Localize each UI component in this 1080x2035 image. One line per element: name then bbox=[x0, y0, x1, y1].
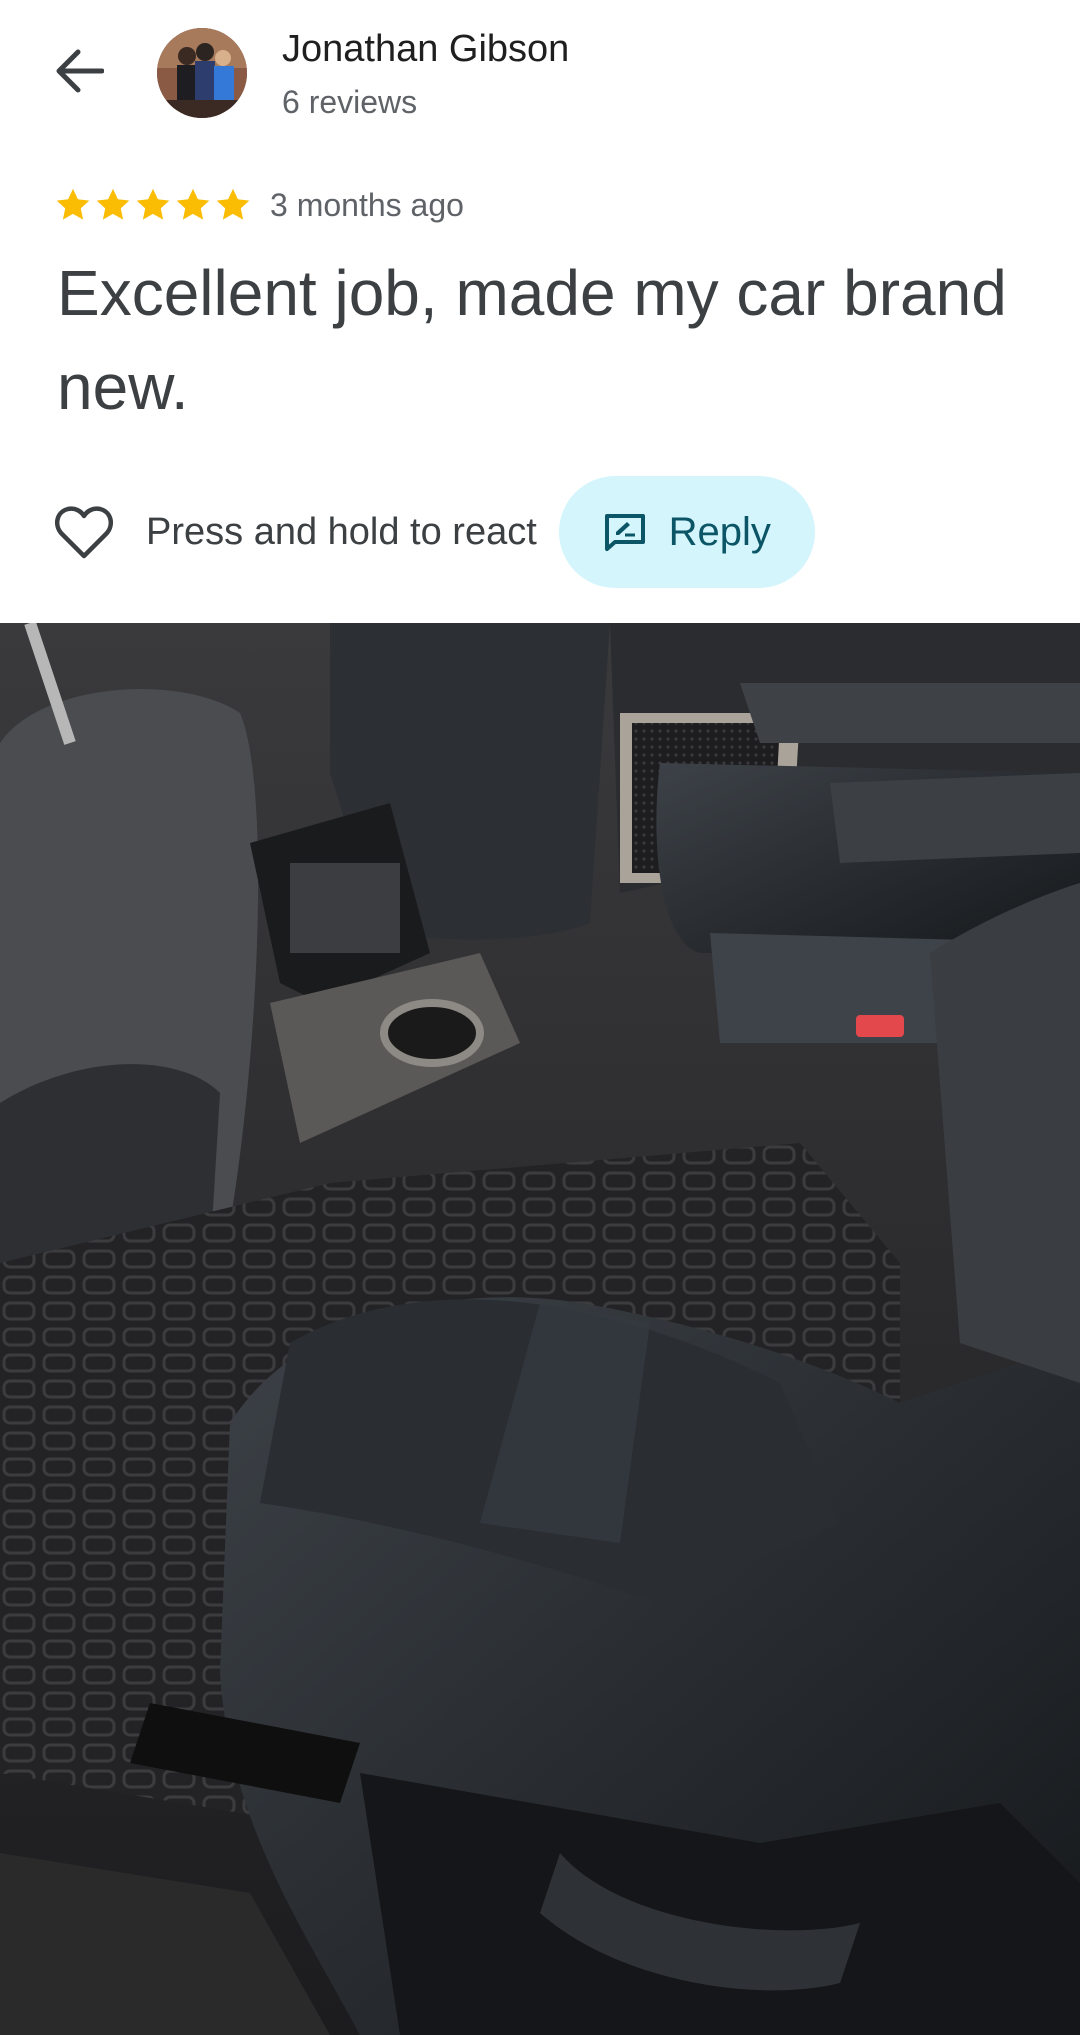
car-interior-photo bbox=[0, 623, 1080, 2035]
reviewer-review-count: 6 reviews bbox=[282, 84, 418, 120]
rating-row: 3 months ago bbox=[54, 182, 464, 228]
reviewer-name[interactable]: Jonathan Gibson bbox=[282, 26, 569, 72]
review-photo[interactable] bbox=[0, 623, 1080, 2035]
avatar-photo bbox=[157, 28, 247, 118]
back-button[interactable] bbox=[44, 36, 114, 106]
star-icon bbox=[96, 188, 130, 220]
review-time: 3 months ago bbox=[270, 186, 464, 223]
react-button[interactable]: Press and hold to react bbox=[54, 492, 537, 572]
star-icon bbox=[216, 188, 250, 220]
reply-button[interactable]: Reply bbox=[558, 476, 815, 588]
review-actions: Press and hold to react Reply bbox=[54, 474, 1054, 590]
review-text: Excellent job, made my car brand new. bbox=[57, 257, 1007, 423]
reply-label: Reply bbox=[668, 509, 771, 554]
reviewer-avatar[interactable] bbox=[157, 28, 247, 118]
react-label: Press and hold to react bbox=[146, 510, 537, 553]
star-icon bbox=[136, 188, 170, 220]
heart-outline-icon bbox=[54, 506, 114, 559]
star-icon bbox=[56, 188, 90, 220]
star-icon bbox=[176, 188, 210, 220]
arrow-back-icon bbox=[56, 49, 104, 93]
review-header: Jonathan Gibson 6 reviews bbox=[0, 0, 1080, 150]
star-rating bbox=[54, 186, 252, 224]
rate-review-icon bbox=[604, 514, 645, 551]
